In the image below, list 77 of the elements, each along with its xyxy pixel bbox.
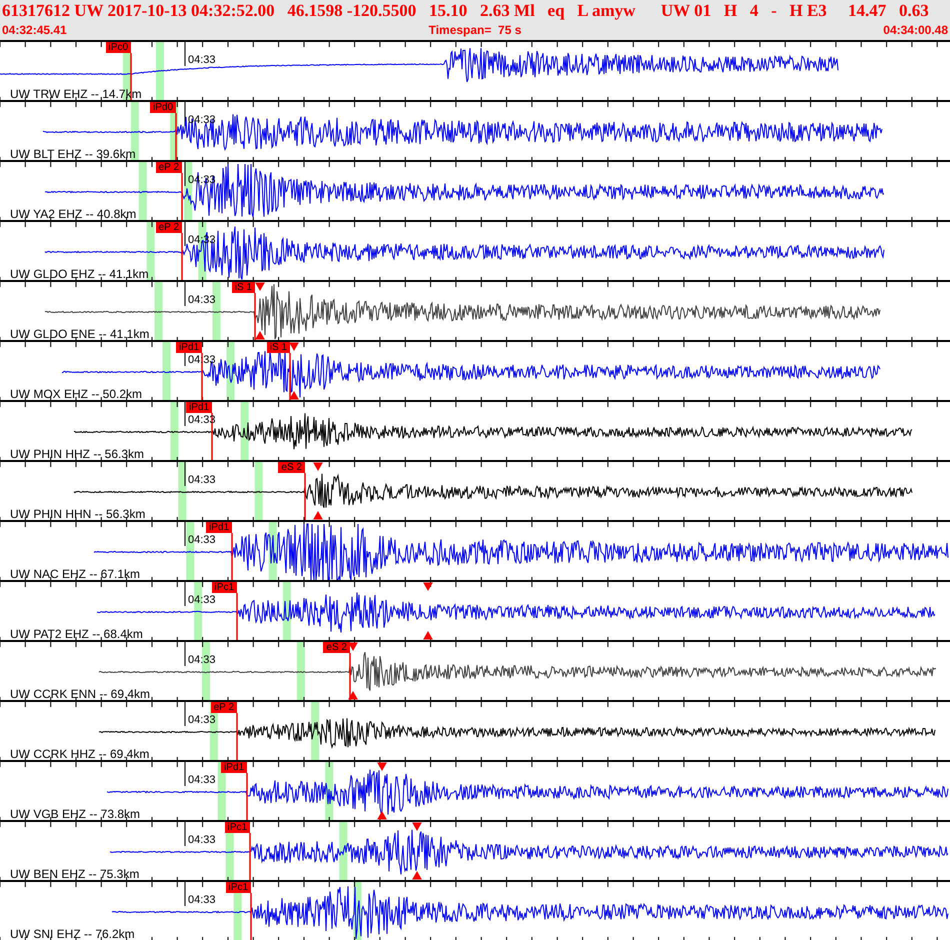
pick-window-band [162,342,170,400]
time-label: 04:33 [188,714,216,726]
pick-flag: iPd0 [150,102,176,113]
time-label: 04:33 [188,834,216,846]
station-label: UW NAC EHZ -- 67.1km [10,567,140,580]
triangle-marker-icon [377,762,387,820]
pick-line [175,113,177,160]
station-label: UW GLDO ENE -- 41.1km [10,327,150,340]
pick-flag: iPd1 [206,522,232,533]
pick-window-band [254,462,263,520]
pick-line [181,233,183,280]
pick-line [246,773,248,820]
time-label: 04:33 [188,594,216,606]
pick-line [130,53,132,100]
time-label: 04:33 [188,774,216,786]
station-label: UW PHIN HHZ -- 56.3km [10,447,144,460]
time-label: 04:33 [188,294,216,306]
station-label: UW VGB EHZ -- 73.8km [10,807,140,820]
triangle-marker-icon [423,582,433,640]
time-label: 04:33 [188,654,216,666]
pick-flag: iPc1 [212,582,237,593]
pick-line [236,713,238,760]
timespan-label: Timespan= 75 s [428,23,522,37]
pick-window-band [218,762,226,820]
time-label: 04:33 [188,534,216,546]
station-label: UW CCRK HHZ -- 69.4km [10,747,150,760]
pick-window-band [146,222,155,280]
time-label: 04:33 [188,474,216,486]
station-label: UW MOX EHZ -- 50.2km [10,387,142,400]
station-label: UW BLT EHZ -- 39.6km [10,147,136,160]
end-time: 04:34:00.48 [883,23,948,37]
triangle-marker-icon [289,342,299,400]
triangle-marker-icon [255,282,265,340]
pick-flag: eS 2 [278,462,305,473]
pick-line [201,353,203,400]
time-label: 04:33 [188,54,216,66]
pick-window-band [339,822,348,880]
pick-line [250,893,252,940]
pick-flag: eP 2 [156,222,182,233]
pick-line [289,353,291,400]
station-label: UW YA2 EHZ -- 40.8km [10,207,136,220]
pick-line [181,173,183,220]
pick-line [236,593,238,640]
pick-line [211,413,213,460]
station-label: UW GLDO EHZ -- 41.1km [10,267,149,280]
station-label: UW PAT2 EHZ -- 68.4km [10,627,143,640]
pick-window-band [297,642,305,700]
pick-window-band [170,402,178,460]
time-label: 04:33 [188,894,216,906]
pick-line [249,833,251,880]
pick-window-band [154,282,163,340]
time-label: 04:33 [188,114,216,126]
pick-flag: iPc0 [106,42,131,53]
pick-flag: eP 2 [210,702,237,713]
pick-line [231,533,233,580]
pick-window-band [178,462,186,520]
station-label: UW BEN EHZ -- 75.3km [10,867,140,880]
pick-flag: iPc1 [226,882,251,893]
station-label: UW CCRK ENN -- 69.4km [10,687,150,700]
pick-line [254,293,256,340]
station-label: UW SNI EHZ -- 76.2km [10,927,135,940]
pick-window-band [240,402,249,460]
pick-window-band [138,162,147,220]
pick-flag: eP 2 [156,162,182,173]
station-label: UW PHIN HHN -- 56.3km [10,507,146,520]
pick-line [349,653,351,700]
triangle-marker-icon [348,642,358,700]
pick-line [304,473,306,520]
pick-flag: iPc1 [224,822,250,833]
event-summary: 61317612 UW 2017-10-13 04:32:52.00 46.1598 -120.5500 15.10 2.63 Ml eq L amyw UW 01 H 4 - H E3 14.47 0.63 [2,0,930,22]
start-time: 04:32:45.41 [2,23,67,37]
triangle-marker-icon [412,822,422,880]
pick-flag: iPd1 [220,762,247,773]
pick-flag: iPd1 [186,402,212,413]
pick-window-band [156,42,164,100]
pick-flag: iPd1 [176,342,202,353]
triangle-marker-icon [313,462,323,520]
